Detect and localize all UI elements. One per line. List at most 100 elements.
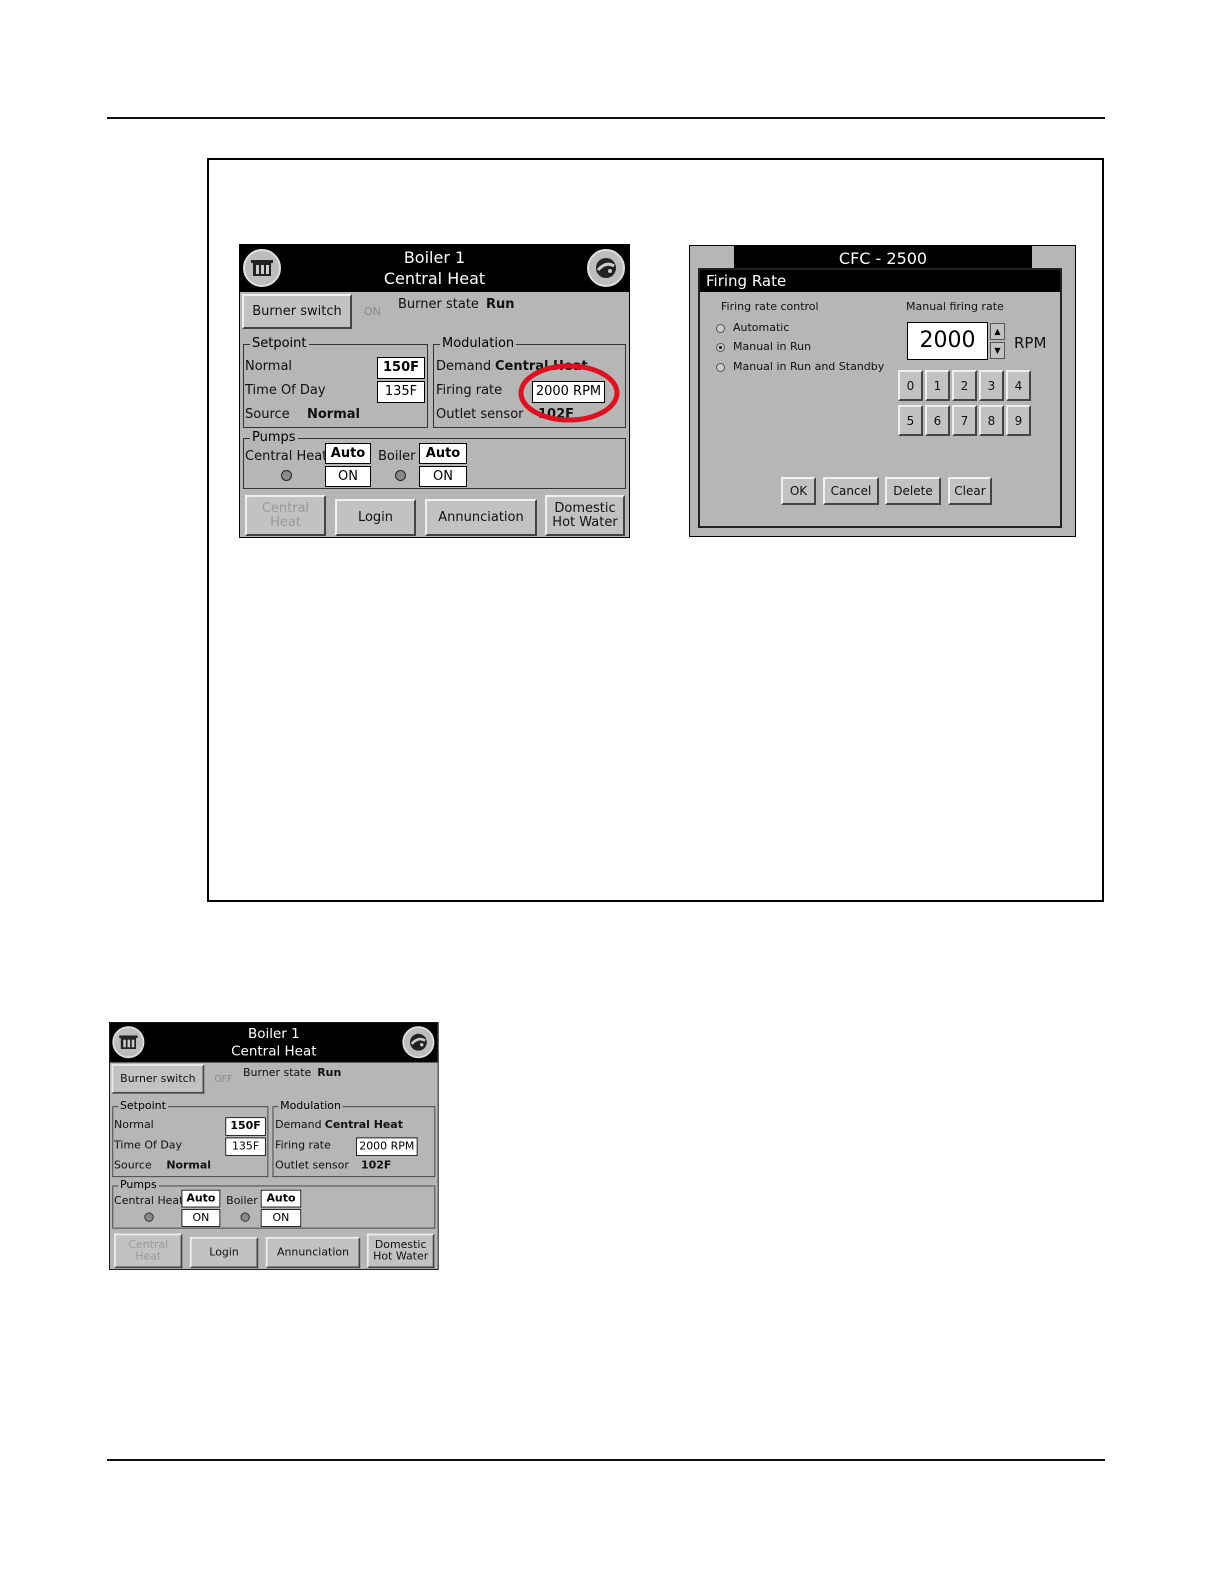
screen-title-bar: Boiler 1 Central Heat — [240, 245, 629, 292]
option-automatic-radio[interactable] — [716, 324, 725, 333]
keypad-key-4[interactable]: 4 — [1006, 370, 1031, 401]
setpoint-group-label: Setpoint — [250, 336, 309, 351]
setpoint-normal-label-small: Normal — [114, 1118, 154, 1132]
setpoint-tod-label: Time Of Day — [245, 383, 326, 398]
burner-switch-state-small: OFF — [214, 1073, 233, 1085]
pump-central-label: Central Heat — [245, 449, 328, 464]
pump-boiler-label-small: Boiler — [226, 1194, 258, 1208]
nav-login-button-small[interactable]: Login — [189, 1236, 259, 1269]
boiler-home-screen-small: Boiler 1 Central Heat Burner switch OFF … — [109, 1022, 439, 1270]
pump-boiler-indicator-small — [240, 1212, 250, 1222]
keypad-key-9[interactable]: 9 — [1006, 405, 1031, 436]
decrement-arrow-icon[interactable]: ▼ — [990, 342, 1005, 359]
modulation-firing-value-small[interactable]: 2000 RPM — [355, 1137, 418, 1157]
option-manual-run-label[interactable]: Manual in Run — [733, 340, 811, 353]
manual-firing-rate-label: Manual firing rate — [906, 300, 1004, 313]
burner-state-label-small: Burner state — [243, 1066, 312, 1080]
nav-central-heat-button-small[interactable]: Central Heat — [114, 1233, 183, 1269]
firing-rate-dialog-screen: CFC - 2500 Firing Rate Firing rate contr… — [689, 245, 1076, 537]
screen-title-bar-small: Boiler 1 Central Heat — [109, 1022, 438, 1063]
keypad-key-6[interactable]: 6 — [925, 405, 950, 436]
screen-title-line2-small: Central Heat — [231, 1043, 317, 1060]
nav-central-heat-button[interactable]: Central Heat — [245, 495, 326, 536]
background-screen-title: CFC - 2500 — [734, 246, 1032, 268]
setpoint-normal-value[interactable]: 150F — [377, 357, 425, 379]
modulation-demand-label-small: Demand — [275, 1118, 322, 1132]
firing-rate-unit: RPM — [1014, 334, 1047, 352]
keypad-key-5[interactable]: 5 — [898, 405, 923, 436]
delete-button[interactable]: Delete — [885, 477, 941, 505]
firing-rate-highlight-ellipse — [518, 363, 620, 423]
screen-title-line2: Central Heat — [383, 269, 486, 288]
nav-annunciation-button[interactable]: Annunciation — [425, 499, 537, 536]
background-left-icon — [690, 246, 734, 268]
top-rule — [107, 117, 1105, 119]
firing-rate-control-label: Firing rate control — [721, 300, 819, 313]
keypad-key-7[interactable]: 7 — [952, 405, 977, 436]
pump-boiler-mode[interactable]: Auto — [419, 443, 467, 464]
setpoint-normal-value-small[interactable]: 150F — [225, 1117, 266, 1136]
dialog-title: Firing Rate — [700, 270, 1060, 292]
burner-state-label: Burner state — [398, 297, 479, 312]
setpoint-source-value: Normal — [307, 407, 360, 422]
keypad-key-8[interactable]: 8 — [979, 405, 1004, 436]
setpoint-tod-label-small: Time Of Day — [114, 1139, 182, 1152]
increment-arrow-icon[interactable]: ▲ — [990, 323, 1005, 340]
pump-central-state[interactable]: ON — [325, 466, 371, 487]
modulation-group-label-small: Modulation — [278, 1099, 343, 1113]
setpoint-tod-value-small[interactable]: 135F — [225, 1137, 266, 1157]
nav-domestic-hot-water-button[interactable]: Domestic Hot Water — [545, 495, 625, 536]
pump-boiler-state-small[interactable]: ON — [260, 1209, 302, 1227]
screen-title-line1-small: Boiler 1 — [247, 1025, 300, 1042]
option-manual-run-standby-label[interactable]: Manual in Run and Standby — [733, 360, 884, 373]
nav-domestic-hot-water-button-small[interactable]: Domestic Hot Water — [366, 1233, 435, 1269]
keypad-key-3[interactable]: 3 — [979, 370, 1004, 401]
setpoint-source-value-small: Normal — [166, 1159, 212, 1173]
home-building-icon[interactable] — [243, 249, 281, 287]
burner-switch-button[interactable]: Burner switch — [242, 294, 352, 329]
option-manual-run-radio[interactable] — [716, 343, 725, 352]
cancel-button[interactable]: Cancel — [823, 477, 879, 505]
pump-central-mode[interactable]: Auto — [325, 443, 371, 464]
option-automatic-label[interactable]: Automatic — [733, 321, 789, 334]
settings-shortcut-icon[interactable] — [587, 249, 625, 287]
keypad-key-0[interactable]: 0 — [898, 370, 923, 401]
modulation-demand-label: Demand — [436, 359, 492, 374]
bottom-rule — [107, 1459, 1105, 1461]
pump-boiler-mode-small[interactable]: Auto — [260, 1189, 302, 1208]
nav-annunciation-button-small[interactable]: Annunciation — [265, 1236, 361, 1269]
pumps-group-label: Pumps — [250, 430, 298, 445]
pump-boiler-indicator — [395, 470, 406, 481]
pump-boiler-state[interactable]: ON — [419, 466, 467, 487]
clear-button[interactable]: Clear — [948, 477, 992, 505]
burner-state-value-small: Run — [317, 1066, 342, 1080]
keypad-key-1[interactable]: 1 — [925, 370, 950, 401]
pump-central-label-small: Central Heat — [114, 1194, 184, 1208]
option-manual-run-standby-radio[interactable] — [716, 363, 725, 372]
burner-state-value: Run — [486, 297, 515, 312]
modulation-outlet-label-small: Outlet sensor — [275, 1159, 349, 1173]
keypad-key-2[interactable]: 2 — [952, 370, 977, 401]
modulation-demand-value-small: Central Heat — [324, 1118, 403, 1132]
nav-login-button[interactable]: Login — [335, 499, 416, 536]
screen-title-line1: Boiler 1 — [403, 248, 466, 267]
modulation-outlet-value-small: 102F — [361, 1159, 392, 1173]
ok-button[interactable]: OK — [781, 477, 816, 505]
pump-boiler-label: Boiler — [378, 449, 416, 464]
home-building-icon-small[interactable] — [112, 1026, 145, 1059]
modulation-firing-label: Firing rate — [436, 383, 503, 398]
burner-switch-button-small[interactable]: Burner switch — [111, 1064, 205, 1094]
modulation-group-label: Modulation — [440, 336, 517, 351]
manual-firing-rate-value[interactable]: 2000 — [907, 322, 988, 360]
burner-switch-state: ON — [364, 305, 381, 318]
pump-central-indicator-small — [144, 1212, 154, 1222]
pumps-group-label-small: Pumps — [118, 1178, 159, 1192]
pump-central-indicator — [281, 470, 292, 481]
setpoint-source-label: Source — [245, 407, 290, 422]
settings-shortcut-icon-small[interactable] — [402, 1026, 435, 1059]
setpoint-normal-label: Normal — [245, 359, 293, 374]
pump-central-state-small[interactable]: ON — [181, 1209, 221, 1227]
boiler-home-screen: Boiler 1 Central Heat Burner switch ON B… — [239, 244, 630, 538]
setpoint-tod-value[interactable]: 135F — [377, 381, 425, 403]
pump-central-mode-small[interactable]: Auto — [181, 1189, 221, 1208]
